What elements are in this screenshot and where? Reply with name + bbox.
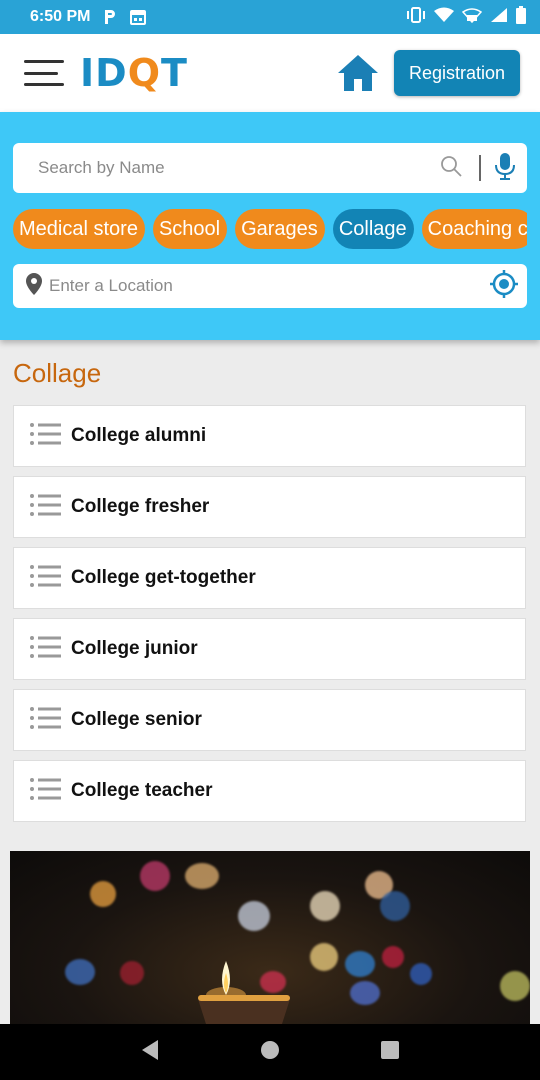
list-item-label: College junior [71, 638, 198, 659]
list-item-label: College fresher [71, 496, 210, 517]
cellular-signal-icon [490, 7, 508, 28]
category-chip-coaching[interactable]: Coaching c [421, 209, 527, 249]
list-item[interactable]: College teacher [13, 760, 526, 822]
category-chip-medical-store[interactable]: Medical store [13, 209, 145, 249]
location-bar [13, 264, 527, 308]
menu-icon[interactable] [24, 60, 64, 86]
search-divider [479, 155, 481, 181]
back-icon[interactable] [140, 1039, 160, 1066]
list-item[interactable]: College alumni [13, 405, 526, 467]
category-chip-collage[interactable]: Collage [332, 209, 414, 249]
home-icon[interactable] [336, 51, 380, 95]
list-item[interactable]: College junior [13, 618, 526, 680]
status-time: 6:50 PM [30, 8, 91, 25]
candle-icon [198, 961, 290, 1024]
search-panel: Medical store School Garages Collage Coa… [0, 112, 540, 340]
recents-icon[interactable] [380, 1040, 400, 1065]
gps-locate-icon[interactable] [489, 269, 519, 304]
calendar-icon [130, 9, 147, 25]
list-icon [29, 564, 61, 593]
wifi-calling-icon [461, 6, 483, 29]
list-icon [29, 422, 61, 451]
location-input[interactable] [49, 276, 489, 296]
category-chip-school[interactable]: School [152, 209, 228, 249]
search-icon[interactable] [439, 154, 463, 183]
banner-image [10, 851, 530, 1024]
home-nav-icon[interactable] [260, 1040, 280, 1065]
location-pin-icon [25, 272, 43, 301]
registration-button[interactable]: Registration [393, 50, 520, 96]
list-item[interactable]: College get-together [13, 547, 526, 609]
microphone-icon[interactable] [495, 152, 515, 185]
list-item-label: College get-together [71, 567, 256, 588]
system-nav-bar [0, 1024, 540, 1080]
battery-icon [516, 5, 526, 29]
wifi-icon [434, 7, 454, 28]
category-chip-garages[interactable]: Garages [235, 209, 325, 249]
search-input[interactable] [38, 158, 439, 178]
app-header: ID Q T Registration [0, 34, 540, 112]
list-item-label: College alumni [71, 425, 207, 446]
status-bar: 6:50 PM [0, 0, 540, 34]
parking-icon [102, 9, 118, 25]
vibrate-icon [406, 6, 426, 28]
list-item-label: College senior [71, 709, 202, 730]
list-icon [29, 777, 61, 806]
list-item-label: College teacher [71, 780, 213, 801]
list-item[interactable]: College senior [13, 689, 526, 751]
list-icon [29, 635, 61, 664]
search-bar [13, 143, 527, 193]
list-icon [29, 493, 61, 522]
app-logo: ID Q T [80, 51, 188, 95]
section-title: Collage [13, 358, 102, 388]
subcategory-list: College alumni College fresher College g… [13, 405, 526, 831]
category-chips: Medical store School Garages Collage Coa… [13, 209, 527, 249]
list-icon [29, 706, 61, 735]
list-item[interactable]: College fresher [13, 476, 526, 538]
